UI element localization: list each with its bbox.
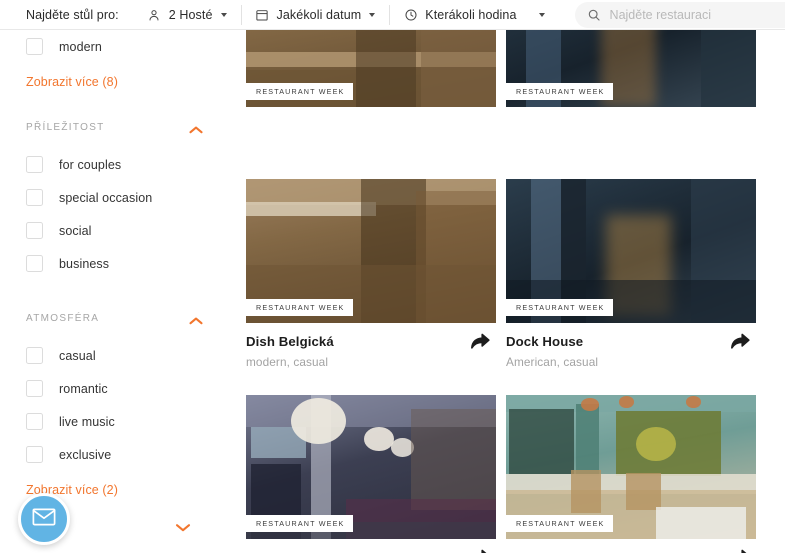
envelope-icon (32, 508, 56, 531)
chevron-down-icon (538, 12, 545, 17)
checkbox[interactable] (26, 156, 43, 173)
search-icon (587, 8, 601, 22)
restaurant-name[interactable]: Dock House (506, 334, 756, 350)
restaurant-week-badge: RESTAURANT WEEK (246, 299, 354, 316)
share-icon[interactable] (730, 331, 752, 351)
restaurant-week-badge: RESTAURANT WEEK (246, 83, 354, 100)
checkbox[interactable] (26, 413, 43, 430)
filter-special-occasion[interactable]: special occasion (0, 181, 230, 214)
filter-label: live music (59, 414, 115, 429)
filter-label: social (59, 223, 92, 238)
restaurant-week-badge: RESTAURANT WEEK (506, 299, 614, 316)
filter-social[interactable]: social (0, 214, 230, 247)
card-body: Dish Belgická modern, casual (246, 323, 496, 369)
card-photo[interactable]: RESTAURANT WEEK (246, 179, 496, 323)
restaurant-card[interactable]: RESTAURANT WEEK (246, 30, 506, 179)
chevron-down-icon (220, 12, 227, 17)
guests-value: 2 Hosté (168, 7, 213, 22)
filter-live-music[interactable]: live music (0, 405, 230, 438)
share-icon[interactable] (470, 331, 492, 351)
restaurant-card[interactable]: RESTAURANT WEEK Gao Den Vietnamese, roma… (246, 395, 506, 553)
restaurant-name[interactable]: Dish Belgická (246, 334, 496, 350)
restaurant-week-badge: RESTAURANT WEEK (506, 515, 614, 532)
filter-casual[interactable]: casual (0, 339, 230, 372)
share-icon[interactable] (470, 547, 492, 553)
restaurant-search-box[interactable] (574, 1, 785, 28)
checkbox[interactable] (26, 347, 43, 364)
card-body: Gourmet Pauza International, romantic (506, 539, 756, 553)
checkbox[interactable] (26, 189, 43, 206)
restaurant-card[interactable]: RESTAURANT WEEK Gourmet Pauza Internatio… (506, 395, 766, 553)
filter-label: business (59, 256, 110, 271)
filter-romantic[interactable]: romantic (0, 372, 230, 405)
restaurant-tags: modern, casual (246, 355, 329, 369)
filter-label: for couples (59, 157, 122, 172)
filter-label: casual (59, 348, 96, 363)
filter-label: exclusive (59, 447, 112, 462)
card-photo[interactable]: RESTAURANT WEEK (506, 179, 756, 323)
checkbox[interactable] (26, 38, 43, 55)
checkbox[interactable] (26, 446, 43, 463)
share-icon[interactable] (730, 547, 752, 553)
checkbox[interactable] (26, 380, 43, 397)
search-input[interactable] (609, 7, 785, 22)
chevron-down-icon[interactable] (174, 520, 192, 532)
chevron-up-icon[interactable] (188, 122, 204, 134)
card-photo[interactable]: RESTAURANT WEEK (246, 30, 496, 107)
filter-label: romantic (59, 381, 108, 396)
checkbox[interactable] (26, 222, 43, 239)
filter-label: special occasion (59, 190, 153, 205)
clock-icon (403, 7, 418, 22)
group-title: ATMOSFÉRA (26, 312, 100, 324)
restaurant-card[interactable]: RESTAURANT WEEK Dock House American, cas… (506, 179, 766, 395)
date-selector[interactable]: Jakékoli datum (240, 0, 390, 30)
card-photo[interactable]: RESTAURANT WEEK (506, 30, 756, 107)
results-grid: RESTAURANT WEEK RESTAURANT WEEK RESTAURA… (230, 30, 766, 553)
date-value: Jakékoli datum (276, 7, 362, 22)
group-title: PŘÍLEŽITOST (26, 121, 105, 133)
restaurant-card[interactable]: RESTAURANT WEEK (506, 30, 766, 179)
cuisine-show-more-link[interactable]: Zobrazit více (8) (0, 75, 230, 89)
card-photo[interactable]: RESTAURANT WEEK (506, 395, 756, 539)
chevron-down-icon (369, 12, 376, 17)
search-toolbar: Najděte stůl pro: 2 Hosté Jakékoli datum… (0, 0, 785, 30)
filter-group-header-occasion[interactable]: PŘÍLEŽITOST (0, 114, 230, 140)
restaurant-tags: American, casual (506, 355, 599, 369)
filter-for-couples[interactable]: for couples (0, 148, 230, 181)
time-selector[interactable]: Kterákoli hodina (389, 0, 558, 30)
card-body: Gao Den Vietnamese, romantic (246, 539, 496, 553)
results-area: RESTAURANT WEEK RESTAURANT WEEK RESTAURA… (230, 30, 785, 553)
chat-support-button[interactable] (18, 493, 70, 545)
filter-modern[interactable]: modern (0, 30, 230, 63)
card-body: Dock House American, casual (506, 323, 756, 369)
time-value: Kterákoli hodina (425, 7, 517, 22)
toolbar-prompt-label: Najděte stůl pro: (26, 7, 119, 22)
filter-exclusive[interactable]: exclusive (0, 438, 230, 471)
restaurant-card[interactable]: RESTAURANT WEEK Dish Belgická modern, ca… (246, 179, 506, 395)
restaurant-week-badge: RESTAURANT WEEK (246, 515, 354, 532)
card-photo[interactable]: RESTAURANT WEEK (246, 395, 496, 539)
filters-sidebar: modern Zobrazit více (8) PŘÍLEŽITOST for… (0, 30, 230, 553)
filter-group-header-atmosphere[interactable]: ATMOSFÉRA (0, 305, 230, 331)
guests-selector[interactable]: 2 Hosté (133, 0, 241, 30)
person-icon (147, 7, 162, 22)
checkbox[interactable] (26, 255, 43, 272)
filter-label: modern (59, 39, 102, 54)
restaurant-week-badge: RESTAURANT WEEK (506, 83, 614, 100)
filter-business[interactable]: business (0, 247, 230, 280)
calendar-icon (255, 7, 270, 22)
chevron-up-icon[interactable] (188, 313, 204, 325)
